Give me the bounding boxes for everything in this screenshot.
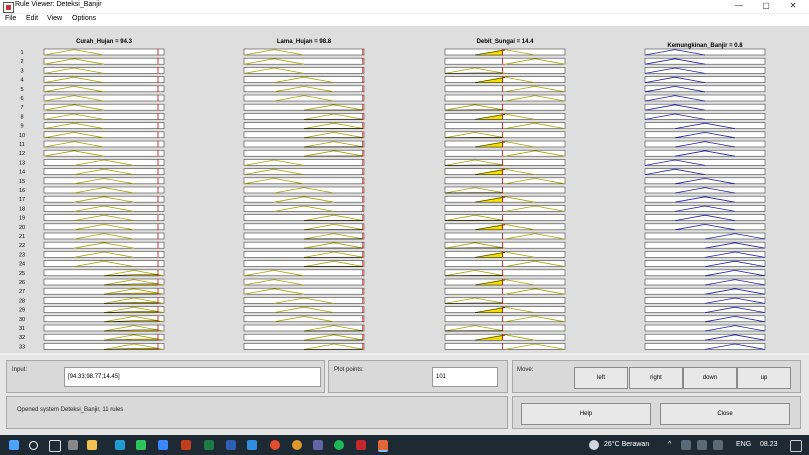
rule-number: 27 <box>19 289 25 295</box>
matlab-taskbar-icon[interactable] <box>378 440 388 452</box>
rule-plot-area[interactable]: Curah_Hujan = 94.3 Lama_Hujan = 98.8 Debit… <box>0 26 809 353</box>
menu-edit[interactable]: Edit <box>26 15 38 22</box>
notification-icon[interactable] <box>790 440 802 452</box>
weather-text[interactable]: 26°C Berawan <box>604 441 649 448</box>
whatsapp-icon[interactable] <box>136 440 146 450</box>
file-explorer-icon[interactable] <box>87 440 97 450</box>
column-title-3: Debit_Sungai = 14.4 <box>477 39 535 45</box>
rule-number: 1 <box>20 50 23 56</box>
menu-options[interactable]: Options <box>72 15 96 22</box>
window-title: Rule Viewer: Deteksi_Banjir <box>15 1 102 8</box>
language-indicator[interactable]: ENG <box>736 441 751 448</box>
move-down-button[interactable]: down <box>683 367 737 389</box>
rule-number: 16 <box>19 188 25 194</box>
telegram-icon[interactable] <box>115 440 125 450</box>
plot-points-label: Plot points: <box>334 367 364 373</box>
matlab-app-icon <box>3 2 14 13</box>
column-title-2: Lama_Hujan = 98.8 <box>277 39 332 45</box>
word-icon[interactable] <box>226 440 236 450</box>
rule-number: 3 <box>20 68 23 74</box>
move-panel: Move: left right down up <box>512 360 801 393</box>
cloud-weather-icon <box>589 440 599 450</box>
rule-number: 12 <box>19 151 25 157</box>
widgets-icon[interactable] <box>68 440 78 450</box>
input-field[interactable]: [94.33;98.77;14.45] <box>64 367 321 387</box>
move-up-button[interactable]: up <box>737 367 791 389</box>
battery-icon[interactable] <box>713 440 723 450</box>
teams-icon[interactable] <box>313 440 323 450</box>
move-left-button[interactable]: left <box>574 367 628 389</box>
zoom-icon[interactable] <box>158 440 168 450</box>
menu-file[interactable]: File <box>5 15 16 22</box>
rule-number: 31 <box>19 326 25 332</box>
rule-number: 11 <box>19 142 25 148</box>
action-panel: Help Close <box>512 396 801 429</box>
rule-number: 13 <box>19 160 25 166</box>
windows-start-icon[interactable] <box>9 440 19 450</box>
acrobat-icon[interactable] <box>356 440 366 450</box>
network-icon[interactable] <box>681 440 691 450</box>
minimize-button[interactable]: — <box>726 0 752 13</box>
rule-number: 22 <box>19 243 25 249</box>
rule-number: 5 <box>20 87 23 93</box>
plot-points-field[interactable]: 101 <box>432 367 498 387</box>
rule-number: 28 <box>19 298 25 304</box>
taskbar: 26°C Berawan ^ ENG 08.23 <box>0 435 809 455</box>
column-title-1: Curah_Hujan = 94.3 <box>76 39 133 45</box>
chrome-icon[interactable] <box>270 440 280 450</box>
column-title-4: Kemungkinan_Banjir = 0.8 <box>667 43 743 49</box>
controls-area: Input: [94.33;98.77;14.45] Plot points: … <box>0 355 809 435</box>
vscode-icon[interactable] <box>247 440 257 450</box>
close-window-button[interactable]: ✕ <box>780 0 806 13</box>
rule-number: 8 <box>20 114 23 120</box>
task-view-icon[interactable] <box>49 440 61 452</box>
rule-number: 30 <box>19 317 25 323</box>
firefox-icon[interactable] <box>292 440 302 450</box>
rule-number: 20 <box>19 225 25 231</box>
rule-number: 4 <box>20 78 23 84</box>
move-right-button[interactable]: right <box>629 367 683 389</box>
rule-number: 25 <box>19 271 25 277</box>
status-panel: Opened system Deteksi_Banjir, 11 rules <box>6 396 508 429</box>
help-button[interactable]: Help <box>521 403 651 425</box>
rule-number: 32 <box>19 335 25 341</box>
spotify-icon[interactable] <box>334 440 344 450</box>
input-panel: Input: [94.33;98.77;14.45] <box>6 360 325 393</box>
title-bar: Rule Viewer: Deteksi_Banjir — ▢ ✕ <box>0 0 809 13</box>
rule-number: 24 <box>19 262 25 268</box>
speaker-icon[interactable] <box>697 440 707 450</box>
rule-number: 18 <box>19 206 25 212</box>
rule-number: 2 <box>20 59 23 65</box>
excel-icon[interactable] <box>204 440 214 450</box>
rule-number: 23 <box>19 252 25 258</box>
rule-number: 6 <box>20 96 23 102</box>
rule-number: 17 <box>19 197 25 203</box>
clock[interactable]: 08.23 <box>760 441 778 448</box>
menu-view[interactable]: View <box>47 15 62 22</box>
rule-number: 33 <box>19 344 25 350</box>
rule-number: 10 <box>19 133 25 139</box>
rule-number: 15 <box>19 179 25 185</box>
powerpoint-icon[interactable] <box>181 440 191 450</box>
move-label: Move: <box>517 367 534 373</box>
rule-number: 19 <box>19 216 25 222</box>
status-text: Opened system Deteksi_Banjir, 11 rules <box>17 407 124 413</box>
rule-number: 14 <box>19 170 25 176</box>
close-button[interactable]: Close <box>660 403 790 425</box>
rule-number: 9 <box>20 124 23 130</box>
maximize-button[interactable]: ▢ <box>753 0 779 13</box>
search-icon[interactable] <box>29 441 38 450</box>
input-label: Input: <box>12 367 28 373</box>
rule-number: 7 <box>20 105 23 111</box>
rule-number: 26 <box>19 280 25 286</box>
menu-bar: File Edit View Options <box>0 14 809 26</box>
plot-points-panel: Plot points: 101 <box>328 360 508 393</box>
rule-number: 29 <box>19 308 25 314</box>
tray-overflow-icon[interactable]: ^ <box>668 441 671 448</box>
rule-number: 21 <box>19 234 25 240</box>
